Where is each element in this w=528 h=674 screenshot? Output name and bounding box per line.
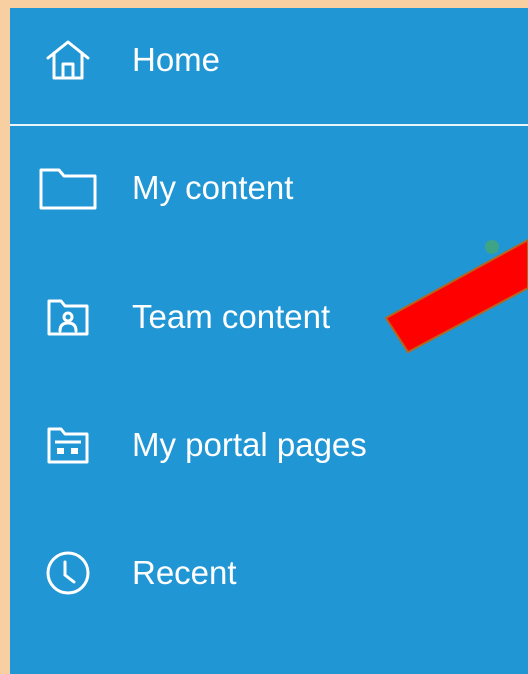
home-icon [38, 36, 98, 84]
portal-pages-icon [38, 421, 98, 469]
nav-item-my-portal-pages-label: My portal pages [132, 426, 367, 463]
clock-icon [38, 549, 98, 597]
nav-item-my-portal-pages[interactable]: My portal pages [10, 413, 528, 477]
nav-item-my-content[interactable]: My content [10, 156, 528, 220]
nav-item-recent-label: Recent [132, 554, 237, 591]
nav-item-my-content-label: My content [132, 169, 294, 206]
nav-item-home-label: Home [132, 41, 221, 78]
cursor-marker [485, 240, 499, 254]
team-folder-icon [38, 293, 98, 341]
folder-icon [38, 164, 98, 212]
nav-item-team-content-label: Team content [132, 298, 331, 335]
nav-item-home[interactable]: Home [10, 28, 528, 92]
nav-item-recent[interactable]: Recent [10, 541, 528, 605]
divider [10, 124, 528, 126]
nav-item-team-content[interactable]: Team content [10, 285, 528, 349]
navigation-panel: Home My content Team content My portal p… [10, 8, 528, 674]
